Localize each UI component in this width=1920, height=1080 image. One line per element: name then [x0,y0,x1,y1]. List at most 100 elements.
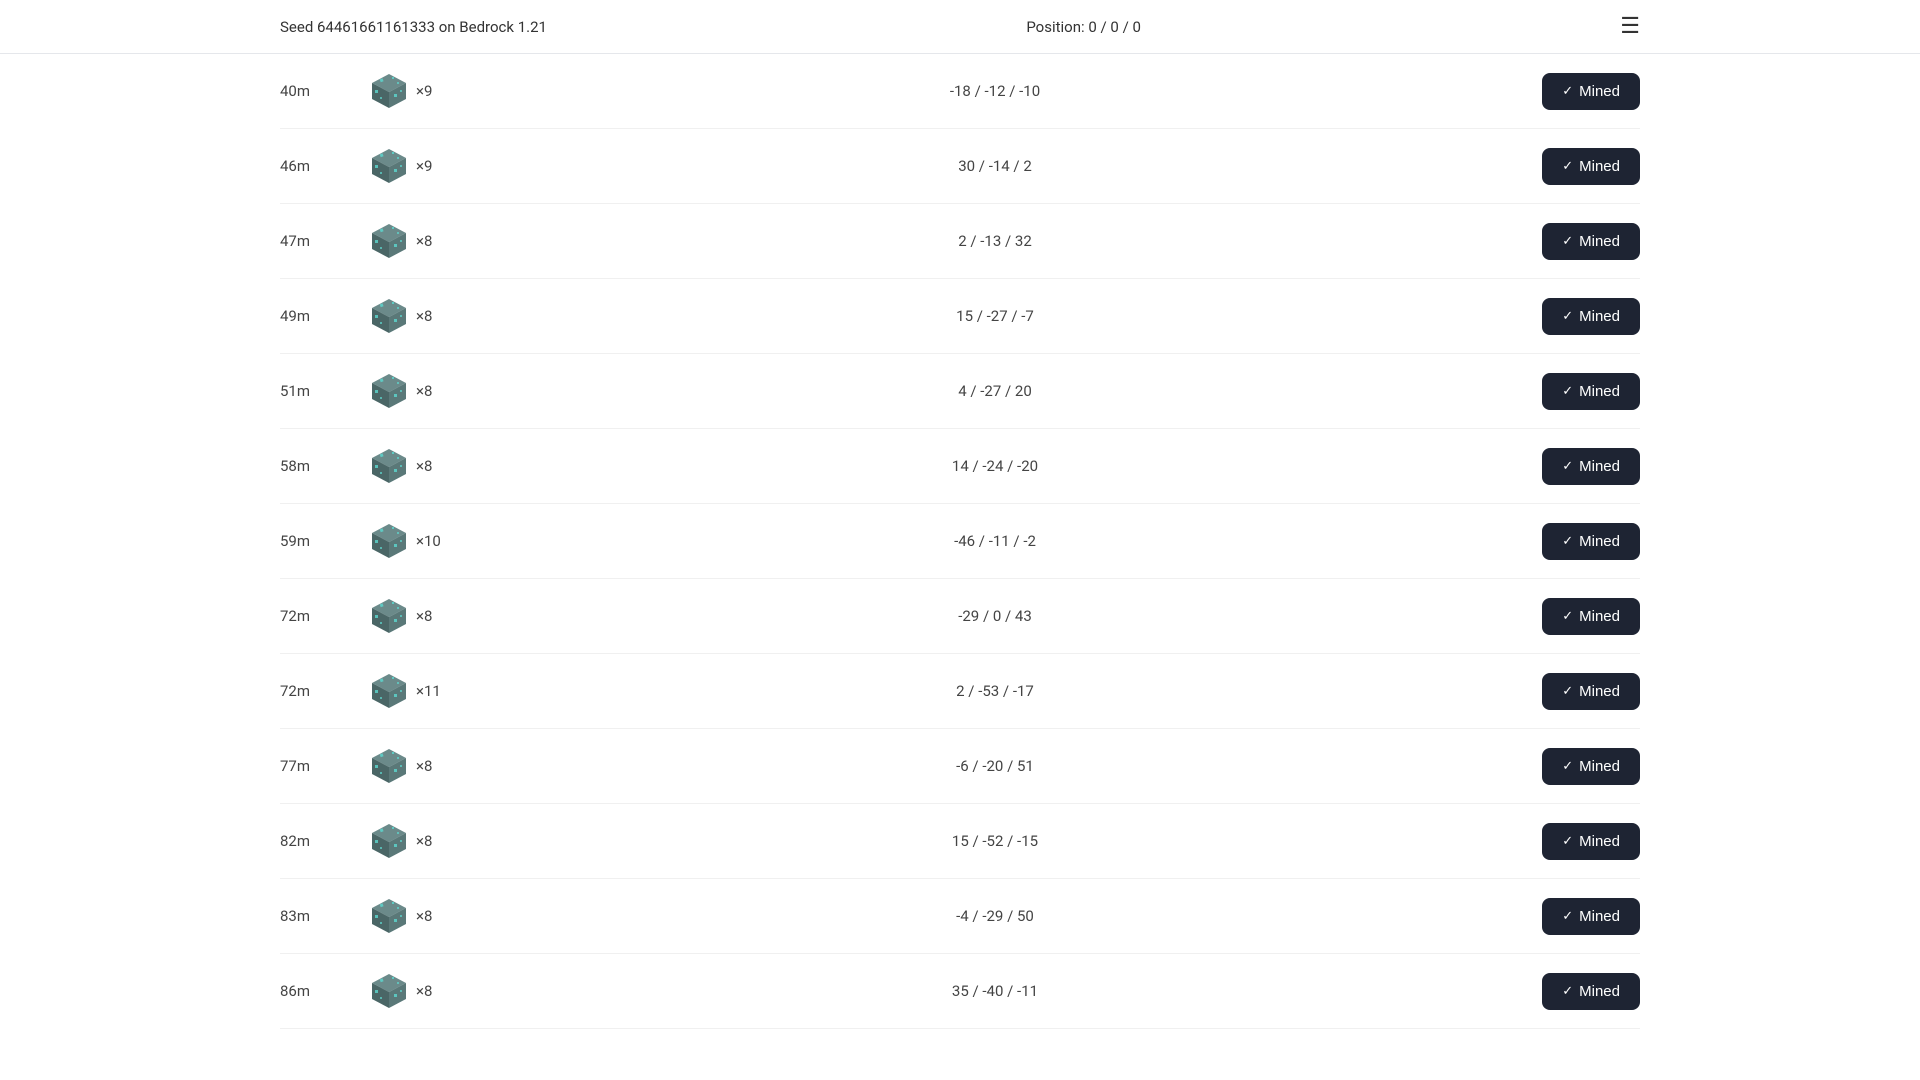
mined-button-container: ✓ Mined [1500,448,1640,485]
ore-count: ×8 [416,907,432,925]
distance-label: 49m [280,307,370,325]
distance-label: 77m [280,757,370,775]
diamond-ore-icon [370,372,408,410]
mined-button-container: ✓ Mined [1500,898,1640,935]
mined-button-container: ✓ Mined [1500,973,1640,1010]
table-row: 51m ×8 4 / -27 / 20 [280,354,1640,429]
check-icon: ✓ [1562,308,1573,324]
ore-count: ×8 [416,382,432,400]
mined-button[interactable]: ✓ Mined [1542,748,1640,785]
mined-label: Mined [1579,458,1620,475]
ore-info: ×8 [370,597,490,635]
table-row: 47m ×8 2 / -13 / 32 [280,204,1640,279]
position-coords: -4 / -29 / 50 [490,907,1500,925]
mined-button-container: ✓ Mined [1500,298,1640,335]
table-row: 72m ×11 2 / -53 / -17 [280,654,1640,729]
check-icon: ✓ [1562,683,1573,699]
table-row: 58m ×8 14 / -24 / -20 [280,429,1640,504]
check-icon: ✓ [1562,533,1573,549]
distance-label: 47m [280,232,370,250]
mined-button[interactable]: ✓ Mined [1542,523,1640,560]
distance-label: 58m [280,457,370,475]
mined-button[interactable]: ✓ Mined [1542,598,1640,635]
diamond-ore-icon [370,897,408,935]
mined-button[interactable]: ✓ Mined [1542,223,1640,260]
mined-button-container: ✓ Mined [1500,373,1640,410]
ore-count: ×8 [416,757,432,775]
mined-label: Mined [1579,908,1620,925]
ore-count: ×9 [416,82,432,100]
ore-count: ×8 [416,232,432,250]
mined-button-container: ✓ Mined [1500,223,1640,260]
ore-count: ×8 [416,982,432,1000]
seed-label: Seed 64461661161333 on Bedrock 1.21 [280,18,547,36]
distance-label: 59m [280,532,370,550]
table-row: 59m ×10 -46 / -11 / -2 [280,504,1640,579]
diamond-ore-icon [370,672,408,710]
ore-info: ×8 [370,897,490,935]
mined-button[interactable]: ✓ Mined [1542,448,1640,485]
mined-button[interactable]: ✓ Mined [1542,823,1640,860]
position-coords: 30 / -14 / 2 [490,157,1500,175]
ore-count: ×10 [416,532,441,550]
check-icon: ✓ [1562,458,1573,474]
ore-count: ×8 [416,457,432,475]
distance-label: 82m [280,832,370,850]
mined-button-container: ✓ Mined [1500,673,1640,710]
mined-label: Mined [1579,158,1620,175]
diamond-ore-icon [370,447,408,485]
position-coords: -6 / -20 / 51 [490,757,1500,775]
table-row: 77m ×8 -6 / -20 / 51 [280,729,1640,804]
check-icon: ✓ [1562,983,1573,999]
diamond-ore-icon [370,972,408,1010]
distance-label: 83m [280,907,370,925]
check-icon: ✓ [1562,908,1573,924]
position-coords: 4 / -27 / 20 [490,382,1500,400]
position-coords: 15 / -52 / -15 [490,832,1500,850]
position-coords: 15 / -27 / -7 [490,307,1500,325]
position-coords: -18 / -12 / -10 [490,82,1500,100]
position-coords: -29 / 0 / 43 [490,607,1500,625]
ore-info: ×8 [370,222,490,260]
menu-icon[interactable]: ☰ [1620,14,1640,39]
mined-button-container: ✓ Mined [1500,748,1640,785]
mined-button-container: ✓ Mined [1500,148,1640,185]
ore-info: ×9 [370,147,490,185]
ore-count: ×8 [416,832,432,850]
table-row: 82m ×8 15 / -52 / -15 [280,804,1640,879]
mined-label: Mined [1579,308,1620,325]
mined-button[interactable]: ✓ Mined [1542,973,1640,1010]
diamond-ore-icon [370,222,408,260]
ore-count: ×8 [416,607,432,625]
ore-info: ×9 [370,72,490,110]
mined-button[interactable]: ✓ Mined [1542,148,1640,185]
mined-button[interactable]: ✓ Mined [1542,673,1640,710]
position-coords: 2 / -53 / -17 [490,682,1500,700]
distance-label: 51m [280,382,370,400]
diamond-ore-icon [370,72,408,110]
diamond-ore-icon [370,747,408,785]
table-row: 72m ×8 -29 / 0 / 43 [280,579,1640,654]
mined-button[interactable]: ✓ Mined [1542,298,1640,335]
mined-button[interactable]: ✓ Mined [1542,73,1640,110]
position-label: Position: 0 / 0 / 0 [1026,18,1141,36]
mined-button-container: ✓ Mined [1500,523,1640,560]
ore-info: ×8 [370,297,490,335]
mined-label: Mined [1579,608,1620,625]
table-row: 40m ×9 -18 / -12 / -10 [280,54,1640,129]
distance-label: 40m [280,82,370,100]
mined-label: Mined [1579,833,1620,850]
mined-label: Mined [1579,758,1620,775]
position-coords: -46 / -11 / -2 [490,532,1500,550]
mined-button[interactable]: ✓ Mined [1542,373,1640,410]
ore-list: 40m ×9 -18 / -12 / -10 [0,54,1920,1029]
table-row: 49m ×8 15 / -27 / -7 [280,279,1640,354]
ore-info: ×10 [370,522,490,560]
mined-label: Mined [1579,83,1620,100]
ore-count: ×11 [416,682,441,700]
position-coords: 14 / -24 / -20 [490,457,1500,475]
mined-label: Mined [1579,683,1620,700]
position-coords: 35 / -40 / -11 [490,982,1500,1000]
mined-button[interactable]: ✓ Mined [1542,898,1640,935]
ore-info: ×8 [370,372,490,410]
